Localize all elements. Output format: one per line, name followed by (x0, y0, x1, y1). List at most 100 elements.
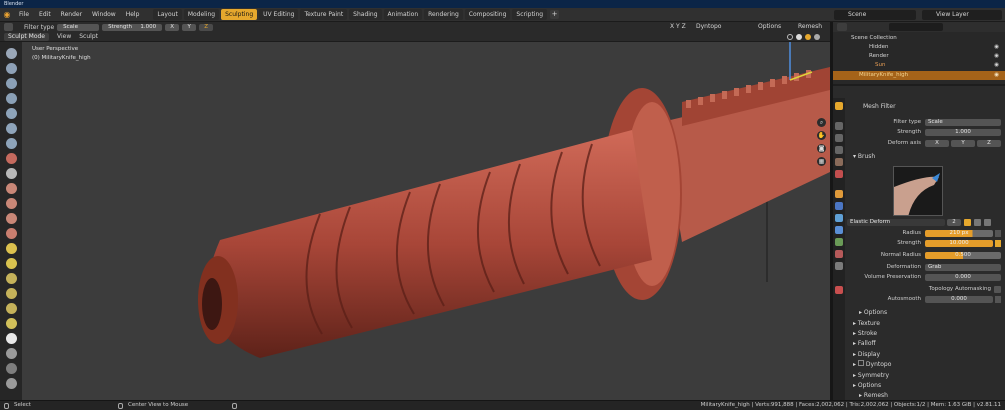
simplify-brush-icon[interactable] (6, 348, 17, 359)
render-tab[interactable] (835, 122, 843, 130)
object-data-tab[interactable] (835, 238, 843, 246)
mode-selector[interactable]: Sculpt Mode (4, 32, 49, 41)
outliner-item-knife[interactable]: MilitaryKnife_high ◉ (833, 71, 1005, 80)
elastic-deform-brush-icon[interactable] (6, 258, 17, 269)
tab-compositing[interactable]: Compositing (464, 9, 511, 20)
autosmooth-field[interactable]: 0.000 (925, 296, 993, 303)
filter-type-dropdown[interactable]: Scale (57, 23, 100, 31)
view-layer-tab[interactable] (835, 146, 843, 154)
radius-pressure-icon[interactable] (995, 230, 1001, 237)
nudge-brush-icon[interactable] (6, 318, 17, 329)
view-menu[interactable]: View (57, 33, 71, 40)
options-subpanel[interactable]: ▸ Options (845, 308, 1005, 318)
shading-rendered-icon[interactable] (814, 33, 820, 40)
eye-icon[interactable]: ◉ (994, 43, 999, 52)
texture-section[interactable]: ▸ Texture (845, 319, 1005, 329)
draw-brush-icon[interactable] (6, 48, 17, 59)
rotate-brush-icon[interactable] (6, 333, 17, 344)
dyntopo-section[interactable]: ▸ Dyntopo (845, 360, 1005, 370)
world-tab[interactable] (835, 170, 843, 178)
physics-tab[interactable] (835, 226, 843, 234)
output-tab[interactable] (835, 134, 843, 142)
eye-icon[interactable]: ◉ (994, 61, 999, 70)
menu-render[interactable]: Render (56, 8, 87, 22)
mask-brush-icon[interactable] (6, 363, 17, 374)
mirror-axes[interactable]: X Y Z (670, 23, 686, 31)
menu-window[interactable]: Window (87, 8, 121, 22)
snake-hook-brush-icon[interactable] (6, 273, 17, 284)
grab-brush-icon[interactable] (6, 243, 17, 254)
thumb-brush-icon[interactable] (6, 288, 17, 299)
dyntopo-checkbox[interactable] (857, 360, 864, 366)
scene-selector[interactable]: Scene (834, 10, 916, 20)
normal-radius-field[interactable]: 0.500 (925, 252, 1001, 259)
strength-field[interactable]: Strength 1.000 (102, 23, 163, 31)
blob-brush-icon[interactable] (6, 138, 17, 149)
brush-users-count[interactable]: 2 (947, 219, 961, 226)
brush-name-field[interactable]: Elastic Deform (847, 219, 945, 226)
outliner-item-sun[interactable]: Sun ◉ (833, 61, 1005, 70)
pinch-brush-icon[interactable] (6, 228, 17, 239)
outliner-item-hidden[interactable]: Hidden ◉ (833, 43, 1005, 52)
shading-solid-icon[interactable] (796, 33, 802, 40)
deform-axis-y[interactable]: Y (951, 140, 975, 147)
tab-sculpting[interactable]: Sculpting (221, 9, 258, 20)
tab-animation[interactable]: Animation (383, 9, 423, 20)
brush-preview[interactable] (893, 166, 943, 216)
smooth-brush-icon[interactable] (6, 168, 17, 179)
particles-tab[interactable] (835, 214, 843, 222)
strength-pressure-icon[interactable] (995, 240, 1001, 247)
delete-brush-icon[interactable] (984, 219, 991, 226)
display-section[interactable]: ▸ Display (845, 350, 1005, 360)
layer-brush-icon[interactable] (6, 108, 17, 119)
symmetry-section[interactable]: ▸ Symmetry (845, 371, 1005, 381)
outliner-item-render[interactable]: Render ◉ (833, 52, 1005, 61)
fill-brush-icon[interactable] (6, 198, 17, 209)
zoom-icon[interactable]: ⌕ (817, 118, 826, 127)
shading-material-icon[interactable] (805, 33, 811, 40)
scrape-brush-icon[interactable] (6, 213, 17, 224)
axis-x-toggle[interactable]: X (165, 23, 180, 31)
clay-strips-brush-icon[interactable] (6, 93, 17, 104)
brush-section[interactable]: ▾ Brush (845, 152, 1005, 162)
outliner-search-input[interactable] (889, 23, 943, 31)
eye-icon[interactable]: ◉ (994, 52, 999, 61)
options-section[interactable]: ▸ Options (845, 381, 1005, 391)
outliner-display-mode-icon[interactable] (837, 23, 847, 31)
tab-texture-paint[interactable]: Texture Paint (300, 9, 348, 20)
blender-logo-icon[interactable]: ◉ (0, 8, 14, 22)
tool-properties-tab[interactable] (835, 102, 843, 110)
filter-type-dropdown[interactable]: Scale (925, 119, 1001, 126)
eye-icon[interactable]: ◉ (994, 71, 999, 80)
sculpt-menu[interactable]: Sculpt (79, 33, 98, 40)
deformation-dropdown[interactable]: Grab (925, 264, 1001, 271)
clay-brush-icon[interactable] (6, 78, 17, 89)
menu-edit[interactable]: Edit (34, 8, 56, 22)
radius-field[interactable]: 210 px (925, 230, 993, 237)
mesh-filter-tool-icon[interactable] (4, 23, 13, 31)
tab-shading[interactable]: Shading (349, 9, 382, 20)
tab-scripting[interactable]: Scripting (512, 9, 548, 20)
deform-axis-z[interactable]: Z (977, 140, 1001, 147)
pose-brush-icon[interactable] (6, 303, 17, 314)
tab-rendering[interactable]: Rendering (424, 9, 463, 20)
axis-y-toggle[interactable]: Y (182, 23, 197, 31)
3d-viewport[interactable]: User Perspective (0) MilitaryKnife_high (22, 42, 830, 400)
material-tab[interactable] (835, 250, 843, 258)
stroke-section[interactable]: ▸ Stroke (845, 329, 1005, 339)
flatten-brush-icon[interactable] (6, 183, 17, 194)
outliner-item-scene-collection[interactable]: Scene Collection (833, 34, 1005, 43)
topology-automasking-checkbox[interactable] (994, 286, 1001, 293)
strength-field[interactable]: 1.000 (925, 129, 1001, 136)
dyntopo-menu[interactable]: Dyntopo (696, 23, 721, 31)
remesh-menu[interactable]: Remesh (798, 23, 822, 31)
tab-uv-editing[interactable]: UV Editing (259, 9, 299, 20)
texture-tab[interactable] (835, 262, 843, 270)
axis-z-toggle[interactable]: Z (199, 23, 214, 31)
brush-strength-field[interactable]: 10.000 (925, 240, 993, 247)
grid-icon[interactable]: ▦ (817, 157, 826, 166)
falloff-section[interactable]: ▸ Falloff (845, 339, 1005, 349)
hand-icon[interactable]: ✋ (817, 131, 826, 140)
camera-icon[interactable]: ◙ (817, 144, 826, 153)
fake-user-icon[interactable] (964, 219, 971, 226)
